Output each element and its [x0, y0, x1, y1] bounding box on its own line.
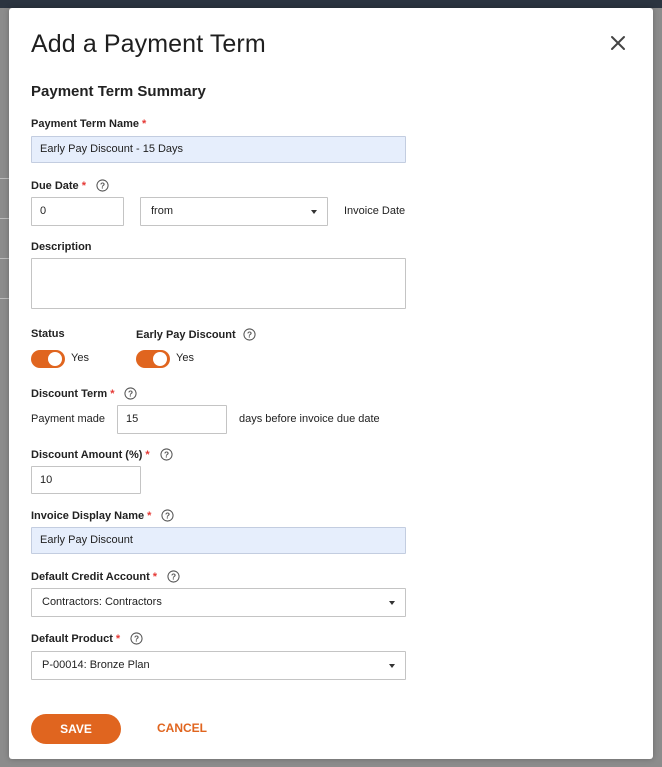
toggle-knob	[48, 352, 62, 366]
section-title: Payment Term Summary	[31, 83, 206, 100]
invoice-display-name-label: Invoice Display Name * ?	[31, 509, 174, 522]
discount-amount-input[interactable]: 10	[31, 466, 141, 494]
caret-down-icon	[389, 664, 395, 668]
required-marker: *	[145, 448, 150, 461]
early-pay-discount-toggle[interactable]	[136, 350, 170, 368]
discount-term-label: Discount Term * ?	[31, 387, 138, 400]
default-product-label: Default Product * ?	[31, 632, 143, 645]
toggle-knob	[153, 352, 167, 366]
caret-down-icon	[311, 210, 317, 214]
invoice-display-name-input[interactable]: Early Pay Discount	[31, 527, 406, 554]
discount-term-prefix: Payment made	[31, 413, 105, 425]
question-circle-icon[interactable]: ?	[243, 328, 256, 341]
discount-amount-label: Discount Amount (%) * ?	[31, 448, 173, 461]
early-pay-discount-value-label: Yes	[176, 352, 194, 364]
app-top-bar	[0, 0, 662, 8]
select-value: from	[151, 205, 173, 217]
due-date-days-input[interactable]: 0	[31, 197, 124, 226]
label-text: Discount Term	[31, 387, 108, 400]
svg-text:?: ?	[171, 571, 176, 581]
cancel-button[interactable]: CANCEL	[157, 721, 207, 735]
required-marker: *	[115, 632, 121, 645]
status-toggle[interactable]	[31, 350, 65, 368]
add-payment-term-dialog: Add a Payment Term Payment Term Summary …	[9, 8, 653, 759]
close-icon	[611, 36, 625, 50]
required-marker: *	[81, 179, 86, 192]
dialog-title: Add a Payment Term	[31, 30, 266, 58]
select-value: P-00014: Bronze Plan	[42, 659, 150, 671]
status-label: Status	[31, 328, 65, 340]
status-value-label: Yes	[71, 352, 89, 364]
default-credit-account-select[interactable]: Contractors: Contractors	[31, 588, 406, 617]
label-text: Invoice Display Name	[31, 509, 145, 522]
question-circle-icon[interactable]: ?	[160, 448, 173, 461]
caret-down-icon	[389, 601, 395, 605]
save-button[interactable]: SAVE	[31, 714, 121, 744]
description-textarea[interactable]	[31, 258, 406, 309]
svg-text:?: ?	[128, 388, 133, 398]
label-text: Payment Term Name	[31, 118, 140, 130]
required-marker: *	[142, 118, 147, 130]
close-button[interactable]	[608, 33, 628, 53]
due-date-label: Due Date * ?	[31, 179, 109, 192]
discount-term-suffix: days before invoice due date	[239, 413, 380, 425]
default-product-select[interactable]: P-00014: Bronze Plan	[31, 651, 406, 680]
payment-term-name-label: Payment Term Name *	[31, 118, 146, 130]
question-circle-icon[interactable]: ?	[167, 570, 180, 583]
select-value: Contractors: Contractors	[42, 596, 162, 608]
required-marker: *	[147, 509, 152, 522]
description-label: Description	[31, 241, 92, 253]
svg-text:?: ?	[100, 180, 105, 190]
question-circle-icon[interactable]: ?	[124, 387, 138, 400]
default-credit-account-label: Default Credit Account * ?	[31, 570, 180, 583]
label-text: Default Credit Account	[31, 570, 150, 583]
payment-term-name-input[interactable]: Early Pay Discount - 15 Days	[31, 136, 406, 163]
required-marker: *	[152, 570, 158, 583]
label-text: Early Pay Discount	[136, 328, 236, 341]
question-circle-icon[interactable]: ?	[130, 632, 143, 645]
required-marker: *	[110, 387, 115, 400]
early-pay-discount-label: Early Pay Discount ?	[136, 328, 256, 341]
svg-text:?: ?	[247, 329, 252, 339]
svg-text:?: ?	[134, 633, 139, 643]
question-circle-icon[interactable]: ?	[96, 179, 109, 192]
question-circle-icon[interactable]: ?	[161, 509, 174, 522]
discount-term-days-input[interactable]: 15	[117, 405, 227, 434]
due-date-relation-select[interactable]: from	[140, 197, 328, 226]
due-date-suffix: Invoice Date	[344, 205, 406, 217]
label-text: Default Product	[31, 632, 113, 645]
svg-text:?: ?	[164, 449, 169, 459]
svg-text:?: ?	[165, 510, 170, 520]
label-text: Due Date	[31, 179, 79, 192]
label-text: Discount Amount (%)	[31, 448, 143, 461]
